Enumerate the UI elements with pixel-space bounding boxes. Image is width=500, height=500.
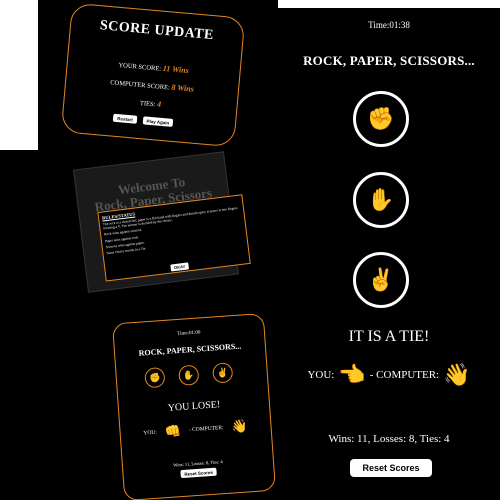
restart-button[interactable]: Restart bbox=[112, 113, 138, 124]
lose-card: Time:01:00 ROCK, PAPER, SCISSORS... ✊ ✋ … bbox=[111, 312, 277, 500]
welcome-screenshot: Welcome To Rock, Paper, Scissors RULES/S… bbox=[0, 150, 278, 312]
ties-label: TIES: bbox=[139, 99, 156, 109]
wave-hand-icon: 👋 bbox=[443, 362, 471, 387]
score-update-screenshot: SCORE UPDATE YOUR SCORE: 11 Wins COMPUTE… bbox=[38, 0, 278, 150]
score-update-card: SCORE UPDATE YOUR SCORE: 11 Wins COMPUTE… bbox=[60, 2, 246, 148]
pointing-hand-icon: 👈 bbox=[338, 362, 366, 387]
computer-label: - COMPUTER: bbox=[369, 369, 440, 381]
small-you-label: YOU: bbox=[143, 429, 158, 437]
okay-button[interactable]: OKAY bbox=[170, 262, 190, 272]
scissors-button[interactable]: ✌ bbox=[353, 252, 409, 308]
computer-score-label: COMPUTER SCORE: bbox=[109, 79, 171, 92]
small-paper-button[interactable]: ✋ bbox=[178, 364, 200, 386]
fist-icon: ✊ bbox=[148, 371, 161, 383]
small-matchup: YOU: 👊 - COMPUTER: 👋 bbox=[120, 418, 271, 441]
you-label: YOU: bbox=[307, 369, 335, 381]
your-score-label: YOUR SCORE: bbox=[118, 61, 162, 73]
small-rock-button[interactable]: ✊ bbox=[144, 366, 166, 389]
game-title: ROCK, PAPER, SCISSORS... bbox=[303, 53, 475, 68]
small-reset-button[interactable]: Reset Scores bbox=[180, 467, 217, 479]
your-score-value: 11 Wins bbox=[162, 63, 190, 76]
hand-icon: ✋ bbox=[182, 369, 195, 381]
timer: Time:01:38 bbox=[368, 20, 410, 30]
hand-icon: ✋ bbox=[367, 187, 395, 212]
victory-hand-icon: ✌ bbox=[216, 367, 229, 378]
matchup: YOU: 👈 - COMPUTER: 👋 bbox=[278, 364, 500, 386]
result-text: IT IS A TIE! bbox=[348, 328, 430, 345]
wave-hand-icon: 👋 bbox=[231, 418, 249, 435]
small-result-text: YOU LOSE! bbox=[167, 399, 221, 414]
victory-hand-icon: ✌ bbox=[367, 267, 395, 292]
punch-icon: 👊 bbox=[164, 422, 182, 440]
small-scissors-button[interactable]: ✌ bbox=[212, 362, 234, 384]
ties-value: 4 bbox=[156, 99, 162, 109]
lose-screenshot: Time:01:00 ROCK, PAPER, SCISSORS... ✊ ✋ … bbox=[0, 312, 278, 500]
paper-button[interactable]: ✋ bbox=[353, 172, 409, 228]
score-update-title: SCORE UPDATE bbox=[99, 18, 215, 44]
main-game-screen: Time:01:38 ROCK, PAPER, SCISSORS... ✊ ✋ … bbox=[278, 8, 500, 500]
small-computer-label: - COMPUTER: bbox=[188, 424, 224, 433]
rock-button[interactable]: ✊ bbox=[353, 91, 409, 147]
score-text: Wins: 11, Losses: 8, Ties: 4 bbox=[328, 433, 450, 445]
fist-icon: ✊ bbox=[367, 106, 395, 131]
reset-scores-button[interactable]: Reset Scores bbox=[350, 459, 432, 477]
small-title: ROCK, PAPER, SCISSORS... bbox=[138, 341, 242, 358]
play-again-button[interactable]: Play Again bbox=[142, 116, 174, 127]
welcome-card: Welcome To Rock, Paper, Scissors RULES/S… bbox=[73, 151, 251, 293]
computer-score-value: 8 Wins bbox=[171, 82, 195, 94]
small-timer: Time:01:00 bbox=[177, 330, 201, 337]
